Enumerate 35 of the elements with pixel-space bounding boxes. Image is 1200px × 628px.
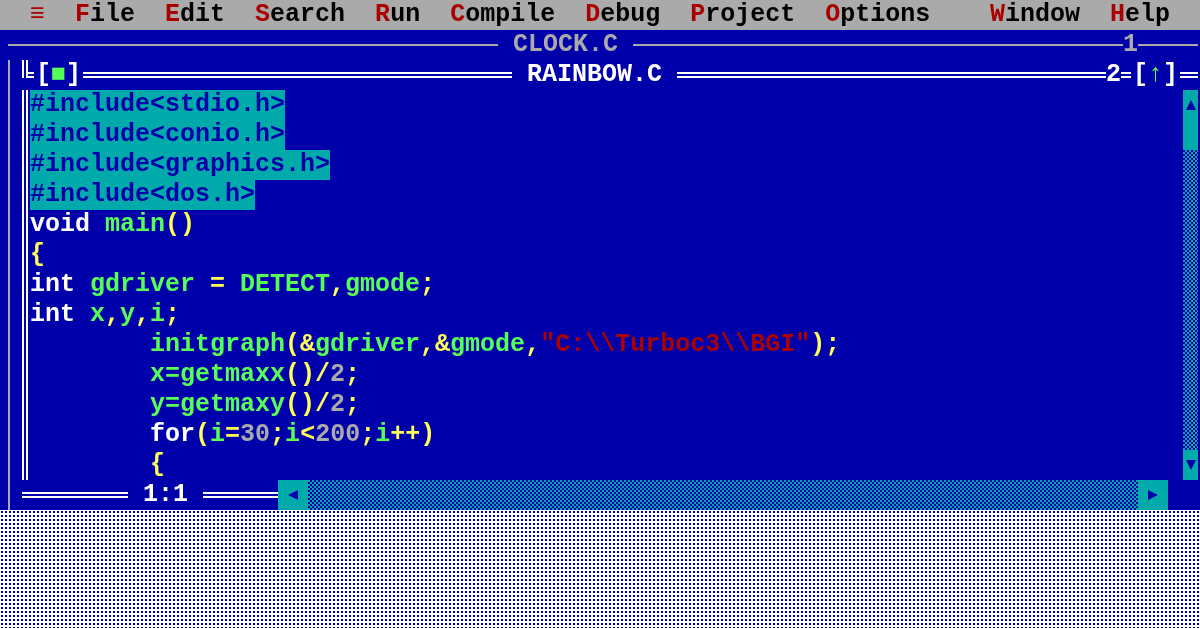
code-line: x=getmaxx()/2; (149, 360, 361, 390)
menu-item[interactable]: File (75, 0, 136, 30)
scroll-thumb[interactable] (1183, 120, 1198, 150)
cursor-position: 1:1 (142, 480, 189, 510)
menu-item[interactable]: Debug (585, 0, 661, 30)
frame-line (1120, 72, 1131, 78)
menu-item[interactable]: Edit (165, 0, 226, 30)
code-line: for(i=30;i<200;i++) (149, 420, 436, 450)
code-line: y=getmaxy()/2; (149, 390, 361, 420)
menu-item[interactable]: Search (255, 0, 346, 30)
code-line: initgraph(&gdriver,&gmode,"C:\\Turboc3\\BGI"); (149, 330, 841, 360)
code-line: { (30, 240, 45, 270)
vertical-scrollbar[interactable] (1183, 90, 1198, 480)
code-line: int x,y,i; (30, 300, 181, 330)
menu-item[interactable]: Window (989, 0, 1080, 30)
menu-item[interactable]: Compile (450, 0, 556, 30)
left-arrow-icon[interactable] (288, 490, 298, 500)
menu-item[interactable]: Run (375, 0, 421, 30)
menu-item[interactable]: Project (690, 0, 796, 30)
window-title: CLOCK.C (512, 30, 619, 60)
menu-item[interactable]: Options (825, 0, 931, 30)
window-title: RAINBOW.C (526, 60, 663, 90)
zoom-button[interactable]: [↑] (1130, 60, 1180, 90)
close-button[interactable]: [■] (34, 60, 84, 90)
frame-corner (1180, 72, 1198, 78)
menu-item[interactable]: Help (1109, 0, 1170, 30)
window-number: 2 (1105, 60, 1121, 90)
code-line: { (149, 450, 166, 480)
right-arrow-icon[interactable] (1148, 490, 1158, 500)
code-line: int gdriver = DETECT,gmode; (30, 270, 436, 300)
up-arrow-icon[interactable] (1185, 100, 1196, 110)
horizontal-scrollbar[interactable] (278, 480, 1168, 510)
code-line: void main() (30, 210, 196, 240)
down-arrow-icon[interactable] (1185, 460, 1196, 470)
window-number: 1 (1123, 30, 1138, 60)
